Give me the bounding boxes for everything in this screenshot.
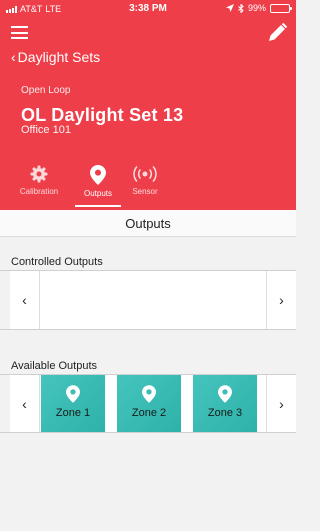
zone-tile-3[interactable]: Zone 3 xyxy=(193,375,257,432)
zone-label: Zone 1 xyxy=(55,407,91,419)
controlled-outputs-carousel: ‹ › xyxy=(10,271,296,329)
chevron-left-icon: ‹ xyxy=(22,395,27,412)
chevron-right-icon: › xyxy=(279,395,284,412)
location-pin-icon xyxy=(90,165,106,185)
available-outputs-carousel: ‹ Zone 1 Zone 2 Zone 3 › xyxy=(10,375,296,432)
controlled-outputs-label: Controlled Outputs xyxy=(11,256,103,268)
bluetooth-icon xyxy=(238,3,244,13)
zone-label: Zone 3 xyxy=(207,407,243,419)
controlled-next-button[interactable]: › xyxy=(266,271,296,329)
controlled-prev-button[interactable]: ‹ xyxy=(10,271,40,329)
available-next-button[interactable]: › xyxy=(266,375,296,432)
location-pin-icon xyxy=(218,385,232,403)
tab-calibration[interactable]: Calibration xyxy=(9,165,69,207)
chevron-right-icon: › xyxy=(279,292,284,308)
section-title: Outputs xyxy=(125,216,171,231)
chevron-left-icon: ‹ xyxy=(22,292,27,308)
active-tab-indicator xyxy=(75,205,121,207)
status-right: 99% xyxy=(225,3,292,13)
battery-icon xyxy=(270,3,292,13)
zone-tile-1[interactable]: Zone 1 xyxy=(41,375,105,432)
location-pin-icon xyxy=(142,385,156,403)
tab-sensor[interactable]: Sensor xyxy=(115,165,175,207)
pencil-icon[interactable] xyxy=(266,22,288,44)
hamburger-menu-icon[interactable] xyxy=(11,26,28,39)
divider xyxy=(0,432,296,433)
divider xyxy=(0,329,296,330)
available-prev-button[interactable]: ‹ xyxy=(10,375,40,432)
zone-tile-2[interactable]: Zone 2 xyxy=(117,375,181,432)
mode-label: Open Loop xyxy=(21,85,71,96)
location-arrow-icon xyxy=(225,4,234,12)
status-bar: AT&T LTE 3:38 PM 99% xyxy=(0,0,296,18)
tab-label: Sensor xyxy=(132,187,158,196)
section-header: Outputs xyxy=(0,210,296,237)
chevron-left-icon: ‹ xyxy=(11,49,16,65)
back-button[interactable]: ‹ Daylight Sets xyxy=(11,49,100,65)
broadcast-icon xyxy=(133,165,157,183)
app-header: AT&T LTE 3:38 PM 99% ‹ Daylight Sets Ope… xyxy=(0,0,296,210)
tab-label: Calibration xyxy=(19,187,59,196)
gear-icon xyxy=(30,165,48,183)
back-label: Daylight Sets xyxy=(17,49,101,65)
available-outputs-label: Available Outputs xyxy=(11,360,98,372)
page-title: OL Daylight Set 13 xyxy=(21,105,184,125)
location-pin-icon xyxy=(66,385,80,403)
location-label: Office 101 xyxy=(21,124,71,136)
zone-label: Zone 2 xyxy=(131,407,167,419)
battery-percent: 99% xyxy=(247,3,266,13)
